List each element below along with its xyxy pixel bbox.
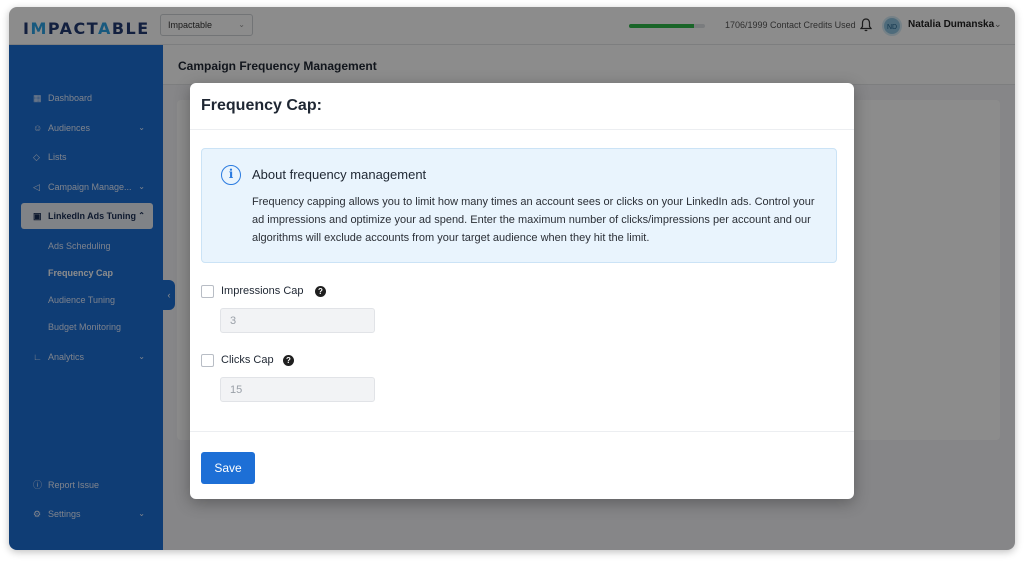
clicks-cap-label: Clicks Cap xyxy=(221,354,274,366)
info-text: Frequency capping allows you to limit ho… xyxy=(252,196,815,244)
frequency-cap-modal: Frequency Cap: i About frequency managem… xyxy=(190,83,854,499)
info-heading: About frequency management xyxy=(252,167,427,182)
divider xyxy=(190,431,854,432)
help-icon[interactable]: ? xyxy=(283,355,294,366)
impressions-cap-checkbox[interactable] xyxy=(201,285,214,298)
clicks-cap-input[interactable] xyxy=(220,377,375,402)
clicks-cap-checkbox[interactable] xyxy=(201,354,214,367)
help-icon[interactable]: ? xyxy=(315,286,326,297)
impressions-cap-input[interactable] xyxy=(220,308,375,333)
modal-title: Frequency Cap: xyxy=(201,97,322,114)
save-button[interactable]: Save xyxy=(201,452,255,484)
app-window: IMPACTABLE Impactable ⌄ 1706/1999 Contac… xyxy=(9,7,1015,550)
divider xyxy=(190,129,854,130)
impressions-cap-label: Impressions Cap xyxy=(221,285,304,297)
info-icon: i xyxy=(221,165,241,185)
info-box: i About frequency management Frequency c… xyxy=(201,148,837,263)
